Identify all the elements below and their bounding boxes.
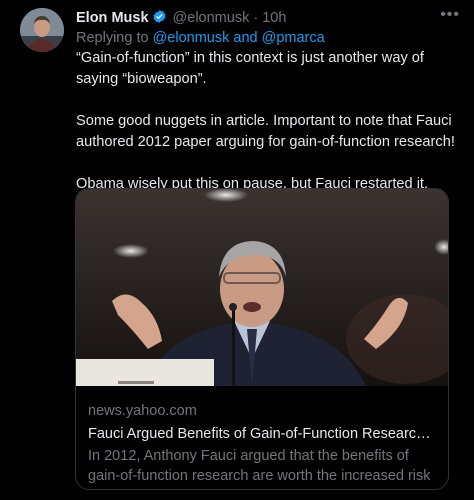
tweet-paragraph: Some good nuggets in article. Important … <box>76 113 455 150</box>
tweet[interactable]: Elon Musk @elonmusk · 10h ••• Replying t… <box>0 0 474 500</box>
tweet-timestamp[interactable]: 10h <box>262 10 286 26</box>
avatar-image <box>20 8 64 52</box>
author-handle[interactable]: @elonmusk <box>173 10 250 26</box>
reply-and-label: and <box>233 30 258 46</box>
tweet-text: “Gain-of-function” in this context is ju… <box>76 48 456 195</box>
tweet-header: Elon Musk @elonmusk · 10h <box>76 9 458 29</box>
avatar[interactable] <box>20 8 64 52</box>
card-title[interactable]: Fauci Argued Benefits of Gain-of-Functio… <box>88 424 438 444</box>
reply-mention-elonmusk[interactable]: @elonmusk <box>153 30 230 46</box>
tweet-paragraph: “Gain-of-function” in this context is ju… <box>76 50 424 87</box>
more-options-icon[interactable]: ••• <box>440 6 460 24</box>
replying-to-label: Replying to <box>76 30 149 46</box>
separator-dot: · <box>253 10 259 26</box>
replying-to-line: Replying to @elonmusk and @pmarca <box>76 30 325 46</box>
verified-badge-icon <box>152 9 167 24</box>
reply-mention-pmarca[interactable]: @pmarca <box>262 30 325 46</box>
card-description: In 2012, Anthony Fauci argued that the b… <box>88 448 431 489</box>
card-domain: news.yahoo.com <box>88 403 197 419</box>
link-preview-card[interactable]: news.yahoo.com Fauci Argued Benefits of … <box>75 188 449 490</box>
card-image <box>76 189 448 386</box>
author-name[interactable]: Elon Musk <box>76 10 149 26</box>
card-body: news.yahoo.com Fauci Argued Benefits of … <box>88 401 438 489</box>
